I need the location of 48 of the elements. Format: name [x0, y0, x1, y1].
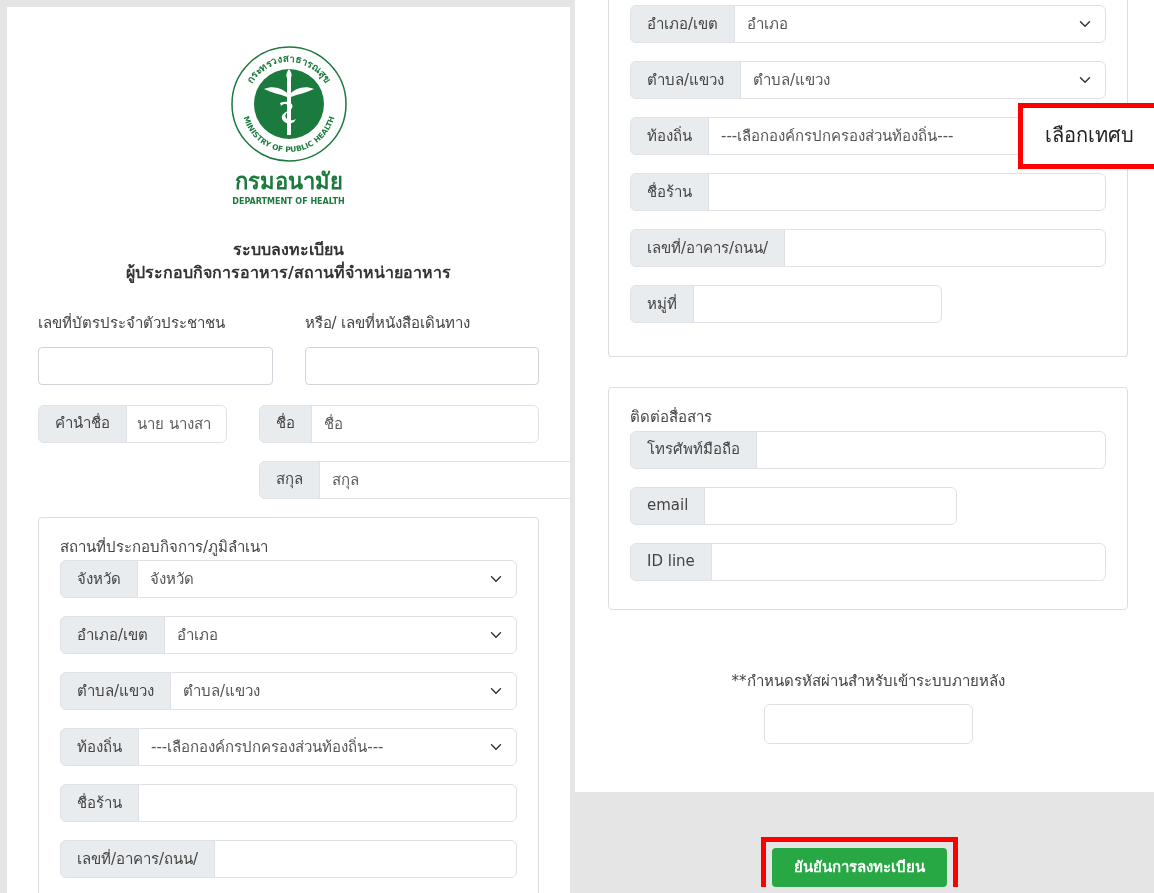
brand-name: กรมอนามัย: [234, 171, 343, 193]
field-label: ท้องถิ่น: [630, 117, 709, 155]
password-field[interactable]: [763, 704, 973, 744]
input-field[interactable]: [708, 173, 1106, 211]
input-field[interactable]: [710, 542, 1106, 581]
select-field[interactable]: อำเภอ: [734, 5, 1106, 43]
field-label: โทรศัพท์มือถือ: [630, 430, 757, 469]
field-label: เลขที่บัตรประจำตัวประชาชน: [38, 312, 226, 334]
select-field[interactable]: อำเภอ: [164, 616, 517, 654]
field-label: ชื่อ: [259, 404, 312, 443]
annotation-tooltip: เลือกเทศบ: [1018, 103, 1154, 169]
input-field[interactable]: [756, 430, 1106, 469]
select-field[interactable]: ตำบล/แขวง: [740, 61, 1106, 99]
field-label: จังหวัด: [60, 560, 138, 598]
input-field[interactable]: [138, 784, 517, 822]
input-field[interactable]: [304, 346, 539, 385]
field-label: เลขที่/อาคาร/ถนน/: [630, 229, 786, 267]
field-label: สกุล: [259, 460, 320, 499]
field-label: คำนำชื่อ: [38, 404, 127, 443]
field-label: ID line: [630, 542, 712, 581]
field-label: ตำบล/แขวง: [630, 61, 742, 99]
field-label: หรือ/ เลขที่หนังสือเดินทาง: [304, 312, 472, 334]
select-field[interactable]: จังหวัด: [137, 560, 517, 598]
input-field[interactable]: สกุล: [319, 460, 570, 499]
field-label: ท้องถิ่น: [60, 728, 139, 766]
field-label: ชื่อร้าน: [60, 784, 139, 822]
brand-subtitle: DEPARTMENT OF HEALTH: [232, 196, 345, 208]
field-label: อำเภอ/เขต: [630, 5, 736, 43]
input-field[interactable]: [784, 229, 1106, 267]
input-field[interactable]: ชื่อ: [311, 404, 539, 443]
field-label: หมู่ที่: [630, 285, 694, 323]
section-title: ติดต่อสื่อสาร: [630, 406, 713, 428]
input-field[interactable]: [693, 285, 942, 323]
field-label: อำเภอ/เขต: [60, 616, 166, 654]
input-field[interactable]: [38, 346, 273, 385]
input-field[interactable]: นาย นางสา: [126, 404, 227, 443]
field-label: email: [630, 486, 706, 525]
field-label: ตำบล/แขวง: [60, 672, 172, 710]
input-field[interactable]: [214, 840, 517, 878]
field-label: ชื่อร้าน: [630, 173, 709, 211]
form-title: ผู้ประกอบกิจการอาหาร/สถานที่จำหน่ายอาหาร: [125, 261, 452, 284]
section-title: สถานที่ประกอบกิจการ/ภูมิลำเนา: [60, 536, 270, 558]
field-label: เลขที่/อาคาร/ถนน/: [60, 840, 216, 878]
select-field[interactable]: ---เลือกองค์กรปกครองส่วนท้องถิ่น---: [138, 728, 517, 766]
select-field[interactable]: ตำบล/แขวง: [170, 672, 517, 710]
field-label: **กำหนดรหัสผ่านสำหรับเข้าระบบภายหลัง: [730, 670, 1006, 692]
form-title: ระบบลงทะเบียน: [232, 239, 345, 261]
input-field[interactable]: [704, 486, 957, 525]
